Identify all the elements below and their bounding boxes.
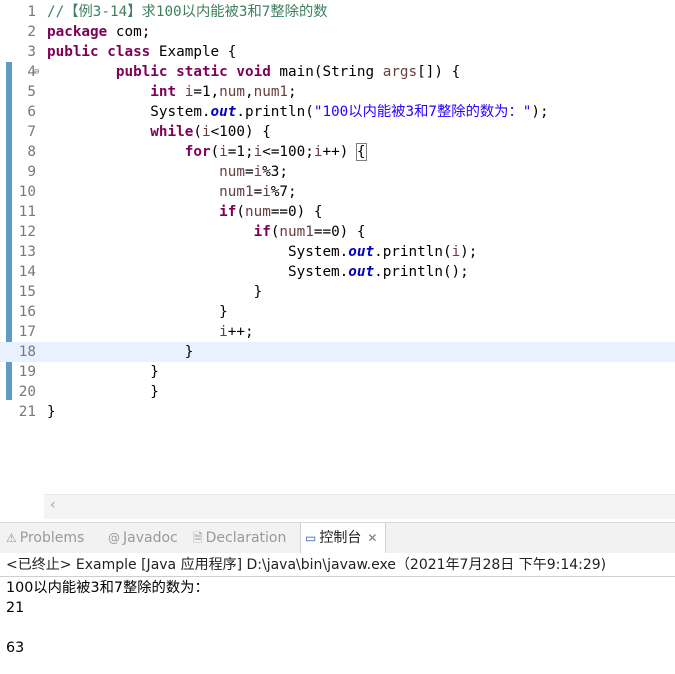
bottom-panel-tabs: ⚠ Problems @ Javadoc 🗎 Declaration ▭ 控制台 ✕ bbox=[0, 522, 675, 554]
code-text: package com; bbox=[47, 24, 151, 40]
line-number: 13 bbox=[18, 244, 36, 260]
code-text: for(i=1;i<=100;i++) { bbox=[184, 143, 367, 161]
line-number: 18 bbox=[18, 344, 36, 360]
console-output-line: 100以内能被3和7整除的数为： bbox=[6, 580, 209, 596]
line-number: 8 bbox=[27, 144, 36, 160]
code-text: public class Example { bbox=[47, 44, 237, 60]
code-text: } bbox=[47, 364, 159, 380]
tab-label: Javadoc bbox=[123, 530, 178, 546]
code-text: num=i%3; bbox=[219, 164, 289, 180]
line-number: 20 bbox=[18, 384, 36, 400]
code-text: } bbox=[47, 384, 159, 400]
line-number: 9 bbox=[27, 164, 36, 180]
line-number: 10 bbox=[18, 184, 36, 200]
line-number: 11 bbox=[18, 204, 36, 220]
code-editor[interactable]: 1//【例3-14】求100以内能被3和7整除的数 2 package com; 3 p… bbox=[0, 0, 675, 519]
code-line[interactable]: 12 if(num1==0) { bbox=[0, 222, 675, 242]
divider bbox=[0, 576, 675, 577]
console-output-line: 63 bbox=[6, 640, 25, 656]
console-output-line: 21 bbox=[6, 600, 25, 616]
close-icon[interactable]: ✕ bbox=[367, 531, 377, 545]
code-line[interactable]: 1 //【例3-14】求100以内能被3和7整除的数 bbox=[0, 2, 675, 22]
code-text: System.out.println("100以内能被3和7整除的数为："); bbox=[47, 104, 549, 120]
code-text: System.out.println(i); bbox=[47, 244, 478, 260]
line-number: 17 bbox=[18, 324, 36, 340]
code-text: } bbox=[47, 304, 228, 320]
tab-label: 控制台 bbox=[319, 530, 362, 546]
code-line[interactable]: 7 while(i<100) { bbox=[0, 122, 675, 142]
console-view[interactable]: <已终止> Example [Java 应用程序] D:\java\bin\ja… bbox=[0, 553, 675, 674]
code-line[interactable]: 21} bbox=[0, 402, 675, 422]
scroll-left-icon[interactable]: ‹ bbox=[50, 497, 56, 513]
code-line[interactable]: 13 System.out.println(i); bbox=[0, 242, 675, 262]
line-number: 6 bbox=[27, 104, 36, 120]
line-number: 15 bbox=[18, 284, 36, 300]
code-text: } bbox=[47, 404, 56, 420]
line-number: 7 bbox=[27, 124, 36, 140]
code-line[interactable]: 11 if(num==0) { bbox=[0, 202, 675, 222]
code-line[interactable]: 16 } bbox=[0, 302, 675, 322]
at-sign-icon: @ bbox=[108, 531, 120, 545]
line-number: 1 bbox=[27, 4, 36, 20]
line-number: 19 bbox=[18, 364, 36, 380]
line-number: 12 bbox=[18, 224, 36, 240]
code-text: //【例3-14】求100以内能被3和7整除的数 bbox=[47, 4, 328, 20]
line-number: 21 bbox=[18, 404, 36, 420]
code-text: public static void main(String args[]) { bbox=[115, 64, 461, 80]
tab-label: Problems bbox=[19, 530, 85, 546]
tab-javadoc[interactable]: @ Javadoc bbox=[108, 523, 178, 553]
code-line[interactable]: 14 System.out.println(); bbox=[0, 262, 675, 282]
horizontal-scrollbar[interactable]: ‹ bbox=[44, 494, 675, 519]
code-text: int i=1,num,num1; bbox=[150, 84, 297, 100]
code-line[interactable]: 3 public class Example { bbox=[0, 42, 675, 62]
tab-console[interactable]: ▭ 控制台 ✕ bbox=[300, 523, 387, 553]
code-line[interactable]: 17 i++; bbox=[0, 322, 675, 342]
code-line[interactable]: 2 package com; bbox=[0, 22, 675, 42]
code-text: if(num1==0) { bbox=[253, 224, 366, 240]
code-text: if(num==0) { bbox=[219, 204, 323, 220]
console-icon: ▭ bbox=[305, 531, 317, 545]
code-text: i++; bbox=[219, 324, 254, 340]
code-text: } bbox=[47, 344, 194, 360]
code-line[interactable]: 4 ⊖ public static void main(String args[]… bbox=[0, 62, 675, 82]
code-text: } bbox=[47, 284, 263, 300]
code-line[interactable]: 15 } bbox=[0, 282, 675, 302]
code-line[interactable]: 6 System.out.println("100以内能被3和7整除的数为：")… bbox=[0, 102, 675, 122]
problems-icon: ⚠ bbox=[6, 531, 17, 545]
line-number: 14 bbox=[18, 264, 36, 280]
declaration-icon: 🗎 bbox=[193, 531, 203, 545]
code-text: while(i<100) { bbox=[150, 124, 271, 140]
code-line[interactable]: 18 } bbox=[0, 342, 675, 362]
console-header: <已终止> Example [Java 应用程序] D:\java\bin\ja… bbox=[6, 557, 607, 573]
code-line[interactable]: 8 for(i=1;i<=100;i++) { bbox=[0, 142, 675, 162]
line-number: 5 bbox=[27, 84, 36, 100]
line-number: 16 bbox=[18, 304, 36, 320]
tab-label: Declaration bbox=[205, 530, 287, 546]
tab-problems[interactable]: ⚠ Problems bbox=[6, 523, 84, 553]
code-line[interactable]: 10 num1=i%7; bbox=[0, 182, 675, 202]
code-line[interactable]: 19 } bbox=[0, 362, 675, 382]
line-number: 2 bbox=[27, 24, 36, 40]
fold-collapse-icon[interactable]: ⊖ bbox=[34, 62, 39, 82]
code-line[interactable]: 5 int i=1,num,num1; bbox=[0, 82, 675, 102]
tab-declaration[interactable]: 🗎 Declaration bbox=[193, 523, 286, 553]
code-line[interactable]: 20 } bbox=[0, 382, 675, 402]
code-text: num1=i%7; bbox=[219, 184, 297, 200]
code-line[interactable]: 9 num=i%3; bbox=[0, 162, 675, 182]
line-number: 3 bbox=[27, 44, 36, 60]
code-text: System.out.println(); bbox=[47, 264, 469, 280]
line-number: 4 bbox=[27, 64, 36, 80]
